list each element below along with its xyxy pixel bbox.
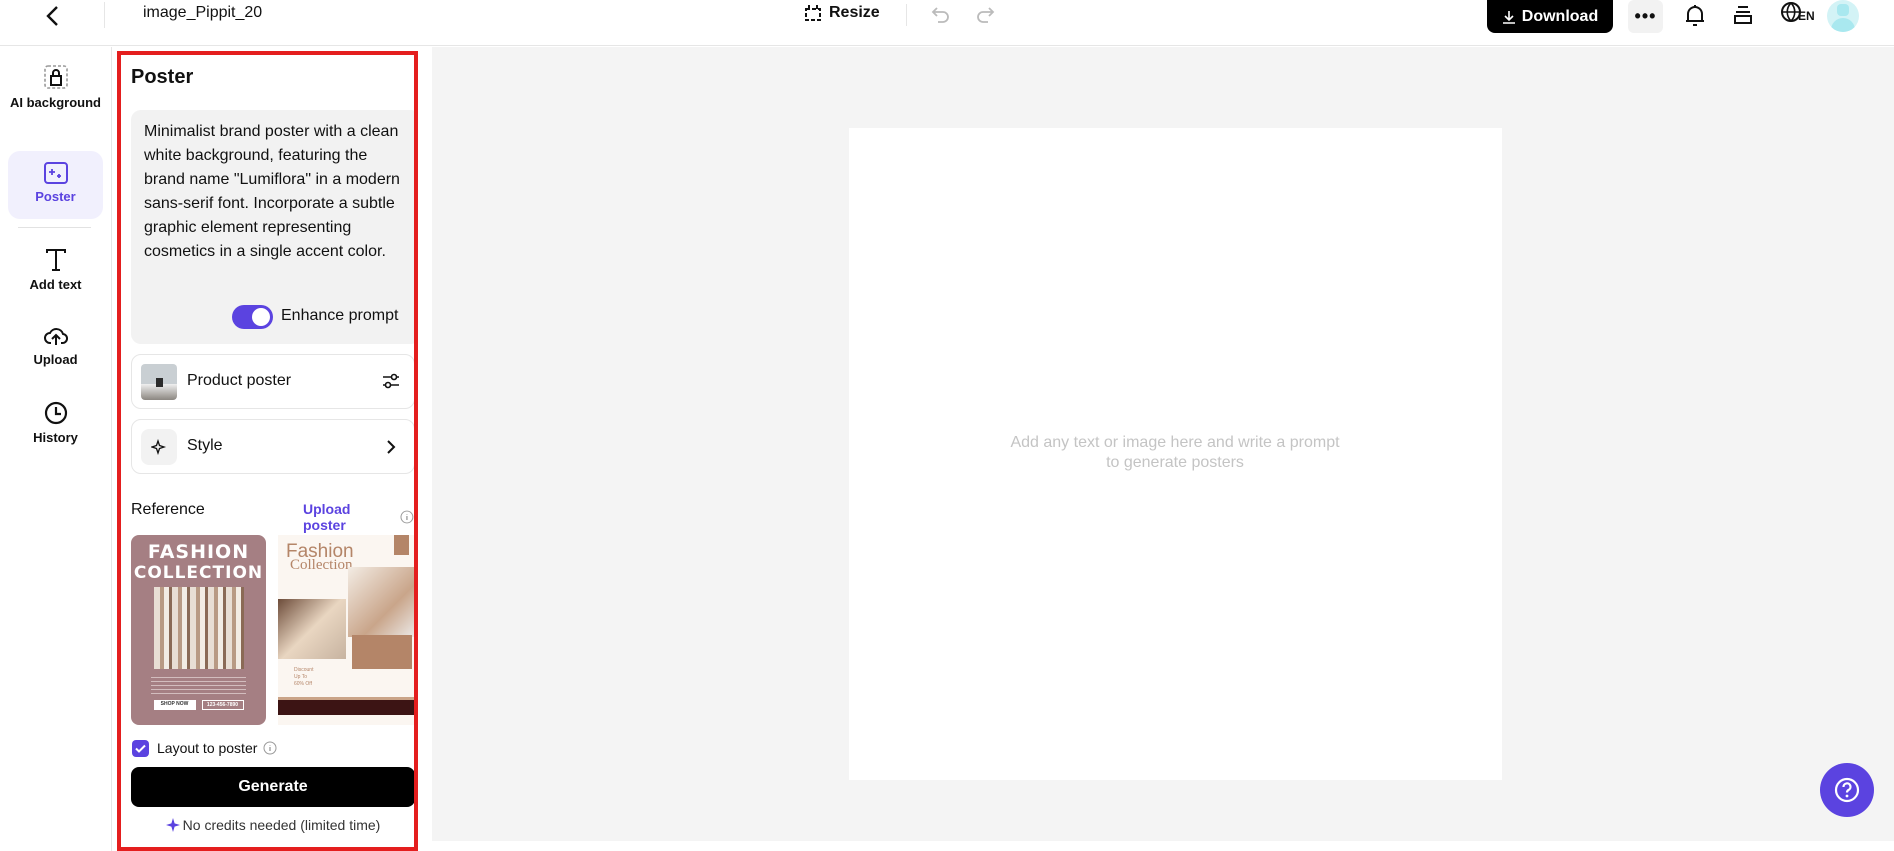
poster-icon — [43, 162, 68, 184]
text-icon — [45, 249, 66, 271]
reference-poster-2[interactable]: Fashion Collection Discount Up To 60% Off — [278, 535, 414, 725]
undo-button[interactable] — [930, 3, 952, 30]
ref2-items-photo — [278, 599, 346, 659]
top-bar: image_Pippit_20 Resize Download ••• EN — [0, 0, 1894, 46]
upload-poster-label: Upload poster — [303, 501, 351, 533]
sidebar-item-upload[interactable]: Upload — [8, 324, 103, 367]
download-label: Download — [1521, 7, 1599, 25]
sidebar-item-label: Upload — [33, 352, 78, 367]
sidebar-item-label: Add text — [29, 277, 82, 292]
product-poster-label: Product poster — [187, 372, 292, 389]
layout-to-poster-label: Layout to poster — [157, 740, 258, 756]
layers-button[interactable] — [1731, 3, 1755, 32]
credits-note-text: No credits needed (limited time) — [182, 817, 381, 833]
enhance-prompt-label: Enhance prompt — [281, 307, 399, 324]
notifications-button[interactable] — [1682, 2, 1708, 33]
ref2-block — [352, 635, 412, 669]
info-icon — [263, 741, 277, 755]
avatar-body — [1831, 18, 1855, 32]
panel-title: Poster — [131, 66, 194, 88]
sparkle-icon — [151, 439, 167, 455]
resize-button[interactable]: Resize — [803, 3, 880, 23]
settings-sliders-icon[interactable] — [382, 372, 400, 390]
toggle-knob — [252, 308, 270, 326]
sidebar-item-label: AI background — [9, 95, 101, 110]
ref1-phone: 123-456-7890 — [201, 700, 244, 710]
chevron-right-icon — [387, 440, 396, 454]
ref2-footer-band — [278, 697, 414, 715]
credits-note: No credits needed (limited time) — [131, 817, 414, 833]
help-button[interactable] — [1820, 763, 1874, 817]
poster-panel: Poster Minimalist brand poster with a cl… — [121, 55, 414, 847]
upload-icon — [43, 328, 68, 345]
sidebar-item-poster[interactable]: Poster — [8, 151, 103, 219]
layout-to-poster-checkbox[interactable] — [132, 740, 149, 757]
style-label: Style — [187, 437, 223, 454]
ref2-ribbon — [394, 535, 409, 555]
info-icon — [400, 510, 414, 524]
product-bottle — [156, 378, 163, 387]
sidebar-item-ai-background[interactable]: AI background — [8, 64, 103, 112]
language-button[interactable]: EN — [1780, 1, 1815, 23]
sidebar: AI background Poster Add text Upload His… — [0, 47, 112, 851]
divider — [906, 4, 907, 26]
generate-button[interactable]: Generate — [131, 767, 414, 807]
stack-icon — [1734, 6, 1752, 24]
prompt-input[interactable]: Minimalist brand poster with a clean whi… — [144, 120, 404, 264]
generate-label: Generate — [238, 778, 308, 795]
sidebar-item-history[interactable]: History — [8, 400, 103, 445]
ref2-title2: Collection — [290, 557, 353, 573]
style-icon-box — [141, 429, 177, 465]
sparkle-icon — [165, 818, 180, 832]
ref2-discount-3: 60% Off — [294, 681, 312, 687]
ref2-discount: Discount Up To 60% Off — [294, 667, 313, 688]
resize-icon — [805, 5, 821, 21]
ref1-shop-button: SHOP NOW — [153, 700, 196, 710]
bell-icon — [1686, 5, 1704, 26]
more-icon: ••• — [1634, 6, 1657, 26]
ref2-shoes-photo — [348, 567, 414, 637]
product-poster-thumbnail — [141, 364, 177, 400]
ref2-discount-1: Discount — [294, 667, 314, 673]
prompt-box[interactable]: Minimalist brand poster with a clean whi… — [131, 110, 414, 344]
redo-button[interactable] — [974, 3, 996, 30]
history-icon — [44, 401, 67, 425]
file-name[interactable]: image_Pippit_20 — [143, 4, 262, 22]
style-selector[interactable]: Style — [131, 419, 414, 474]
ref1-body-text — [151, 677, 246, 695]
reference-poster-1[interactable]: FASHION COLLECTION SHOP NOW 123-456-7890 — [131, 535, 266, 725]
redo-icon — [977, 7, 995, 23]
ref1-title2: COLLECTION — [133, 563, 264, 583]
sidebar-item-label: Poster — [35, 189, 76, 204]
download-icon — [1502, 10, 1515, 24]
layout-to-poster: Layout to poster — [157, 740, 277, 756]
sidebar-item-label: History — [33, 430, 78, 445]
undo-icon — [931, 7, 949, 23]
check-icon — [135, 744, 146, 753]
upload-poster-link[interactable]: Upload poster — [303, 501, 414, 533]
ref1-title1: FASHION — [147, 541, 250, 563]
sidebar-item-add-text[interactable]: Add text — [8, 247, 103, 292]
avatar[interactable] — [1827, 0, 1859, 32]
ref2-discount-2: Up To — [294, 674, 307, 680]
canvas-placeholder: Add any text or image here and write a p… — [1010, 434, 1340, 471]
reference-label: Reference — [131, 501, 205, 518]
sidebar-divider — [18, 227, 91, 228]
resize-label: Resize — [829, 4, 880, 21]
ai-background-icon — [43, 65, 68, 89]
download-button[interactable]: Download — [1487, 0, 1613, 33]
ref1-photo — [153, 587, 244, 669]
enhance-prompt-toggle[interactable] — [232, 305, 273, 329]
divider — [104, 2, 105, 28]
language-code: EN — [1798, 9, 1815, 23]
more-button[interactable]: ••• — [1628, 0, 1663, 33]
product-poster-selector[interactable]: Product poster — [131, 354, 414, 409]
chevron-left-icon — [46, 6, 58, 26]
back-button[interactable] — [42, 4, 64, 33]
avatar-head — [1837, 4, 1849, 16]
help-icon — [1834, 777, 1860, 803]
